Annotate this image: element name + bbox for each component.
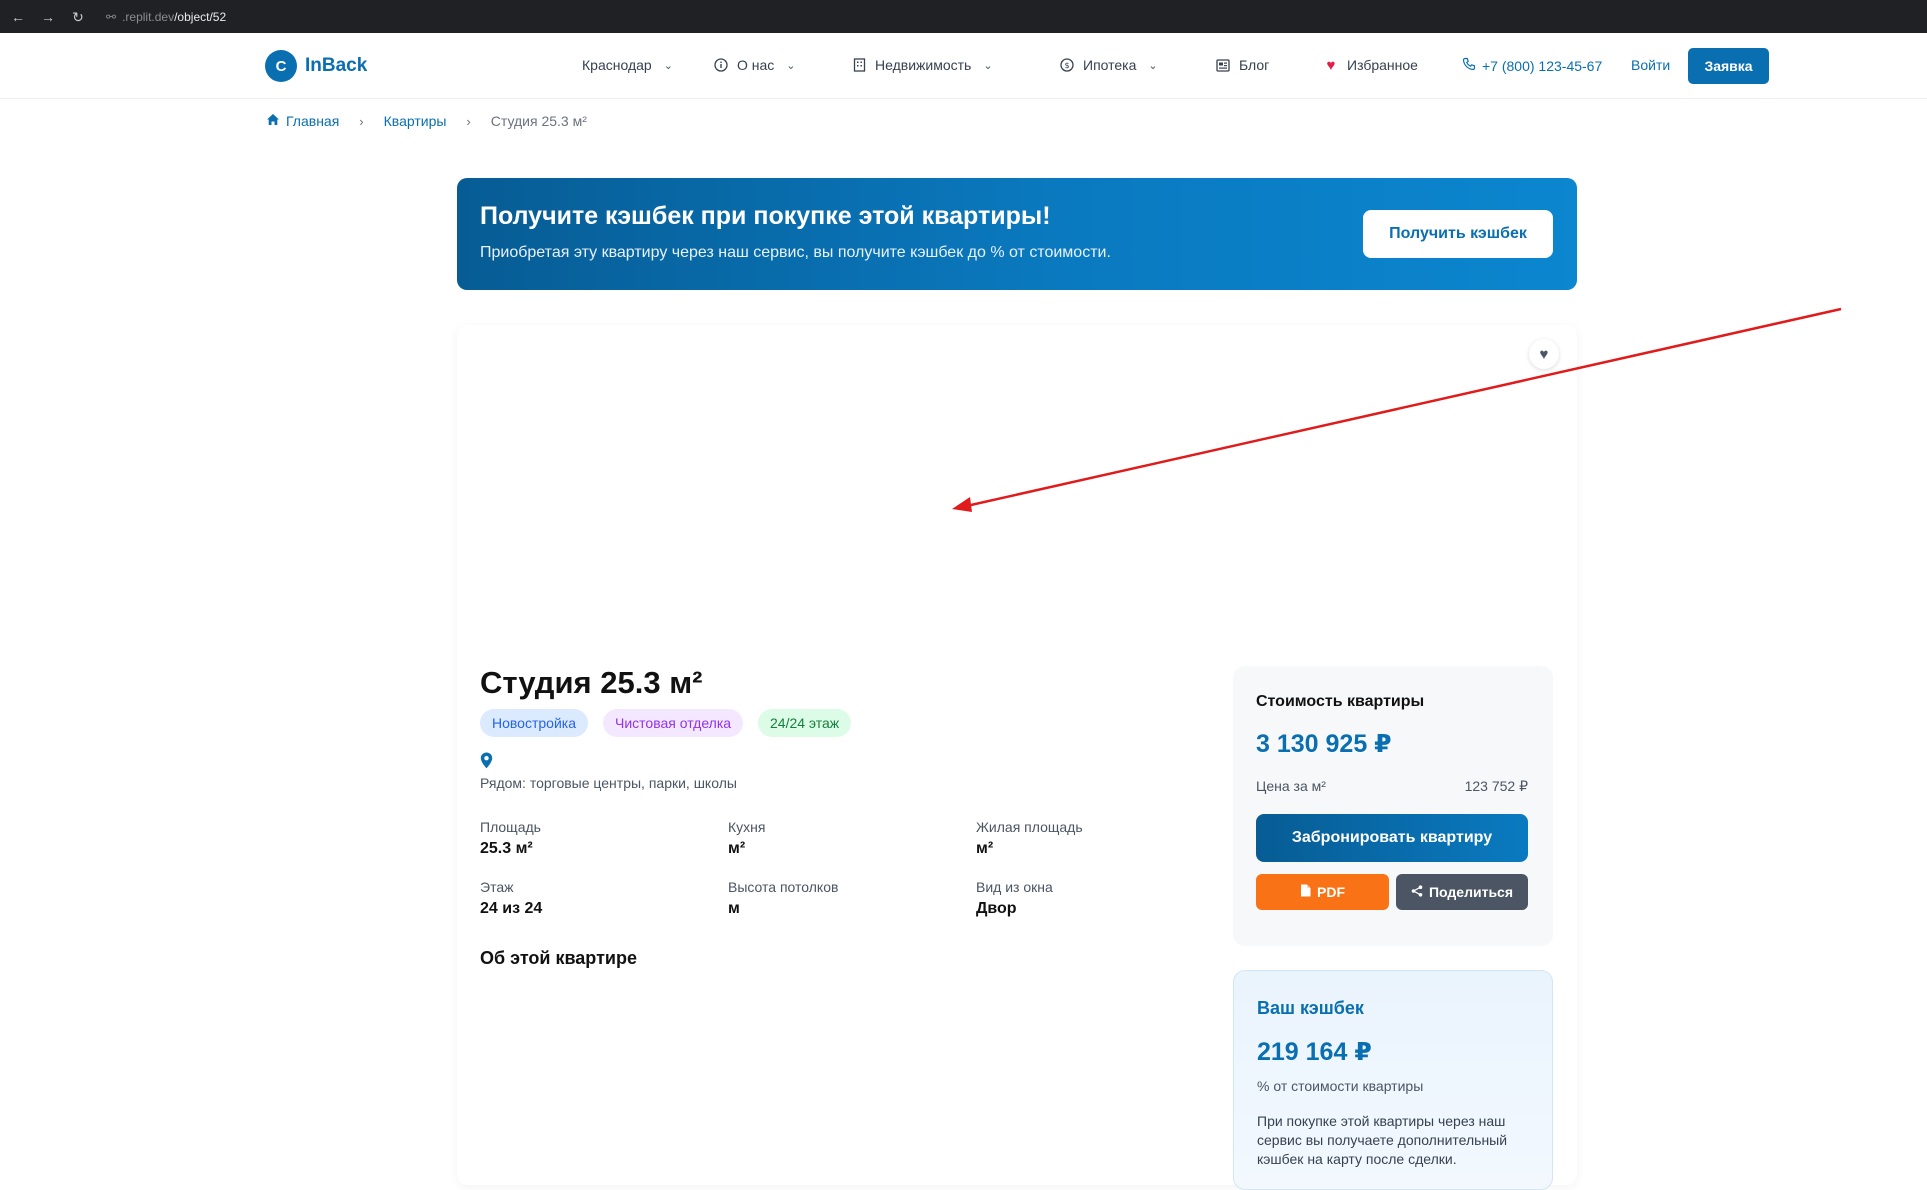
- tag-finishing: Чистовая отделка: [603, 709, 744, 737]
- nav-about[interactable]: О нас ⌄: [713, 57, 796, 73]
- chevron-down-icon: ⌄: [1148, 59, 1158, 72]
- chevron-right-icon: ›: [466, 113, 471, 129]
- chevron-right-icon: ›: [359, 113, 364, 129]
- nav-blog[interactable]: Блог: [1215, 57, 1269, 73]
- apartment-title: Студия 25.3 м²: [480, 665, 703, 700]
- svg-text:$: $: [1064, 61, 1069, 70]
- nav-favorites-label: Избранное: [1347, 57, 1418, 73]
- phone-icon: [1462, 57, 1476, 74]
- forward-arrow-icon[interactable]: →: [40, 9, 56, 25]
- spec-value: м: [728, 900, 740, 917]
- heart-icon: ♥: [1539, 345, 1549, 363]
- building-icon: [851, 57, 867, 73]
- location-pin-icon: [480, 752, 493, 774]
- spec-label: Площадь: [480, 819, 541, 835]
- spec-label: Жилая площадь: [976, 819, 1083, 835]
- price-panel: Стоимость квартиры 3 130 925 ₽ Цена за м…: [1233, 666, 1553, 946]
- breadcrumb-home[interactable]: Главная: [266, 113, 339, 129]
- spec-value: 25.3 м²: [480, 840, 533, 857]
- url-path: /object/52: [174, 9, 227, 24]
- breadcrumb-apartments[interactable]: Квартиры: [384, 113, 447, 129]
- price-total: 3 130 925 ₽: [1256, 730, 1392, 758]
- file-pdf-icon: [1300, 884, 1311, 900]
- spec-value: 24 из 24: [480, 900, 543, 917]
- logo-mark: C: [265, 50, 297, 82]
- spec-label: Кухня: [728, 819, 766, 835]
- pdf-button-label: PDF: [1317, 884, 1345, 900]
- breadcrumb: Главная › Квартиры › Студия 25.3 м²: [266, 113, 587, 129]
- logo-text: InBack: [305, 55, 368, 76]
- spec-area: Площадь 25.3 м²: [480, 819, 541, 858]
- site-header: C InBack Краснодар ⌄ О нас ⌄ Недвижимост…: [0, 33, 1927, 99]
- nav-blog-label: Блог: [1239, 57, 1270, 73]
- price-per-m2-value: 123 752 ₽: [1464, 778, 1528, 794]
- dollar-circle-icon: $: [1059, 57, 1075, 73]
- login-link[interactable]: Войти: [1631, 57, 1670, 73]
- home-icon: [266, 113, 280, 129]
- chevron-down-icon: ⌄: [786, 59, 796, 72]
- back-arrow-icon[interactable]: ←: [10, 9, 26, 25]
- spec-label: Высота потолков: [728, 879, 839, 895]
- info-circle-icon: [713, 57, 729, 73]
- nav-favorites[interactable]: ♥ Избранное: [1323, 56, 1418, 74]
- nav-city[interactable]: Краснодар ⌄: [582, 57, 673, 73]
- spec-label: Этаж: [480, 879, 514, 895]
- phone-link[interactable]: +7 (800) 123-45-67: [1462, 57, 1602, 74]
- url-host: .replit.dev: [122, 9, 175, 24]
- spec-ceiling: Высота потолков м: [728, 879, 838, 918]
- get-cashback-button[interactable]: Получить кэшбек: [1363, 210, 1553, 258]
- share-icon: [1411, 884, 1423, 900]
- price-title: Стоимость квартиры: [1256, 693, 1425, 710]
- cashback-panel: Ваш кэшбек 219 164 ₽ % от стоимости квар…: [1233, 970, 1553, 1190]
- nav-realty[interactable]: Недвижимость ⌄: [851, 57, 993, 73]
- cashback-description: При покупке этой квартиры через наш серв…: [1257, 1113, 1508, 1167]
- breadcrumb-current: Студия 25.3 м²: [490, 113, 587, 129]
- breadcrumb-home-label: Главная: [286, 113, 340, 129]
- spec-value: м²: [976, 840, 994, 857]
- nav-mortgage-label: Ипотека: [1083, 57, 1137, 73]
- address-bar[interactable]: ⚯ .replit.dev/object/52: [106, 10, 226, 24]
- spec-window-view: Вид из окна Двор: [976, 879, 1053, 918]
- spec-living-area: Жилая площадь м²: [976, 819, 1083, 858]
- banner-title: Получите кэшбек при покупке этой квартир…: [480, 202, 1051, 230]
- cashback-banner: Получите кэшбек при покупке этой квартир…: [457, 178, 1577, 290]
- reload-icon[interactable]: ↻: [70, 9, 86, 25]
- newspaper-icon: [1215, 57, 1231, 73]
- spec-kitchen: Кухня м²: [728, 819, 765, 858]
- heart-icon: ♥: [1326, 56, 1336, 74]
- nav-about-label: О нас: [737, 57, 775, 73]
- nav-realty-label: Недвижимость: [875, 57, 972, 73]
- chevron-down-icon: ⌄: [983, 59, 993, 72]
- spec-floor: Этаж 24 из 24: [480, 879, 542, 918]
- browser-toolbar: ← → ↻ ⚯ .replit.dev/object/52: [0, 0, 1927, 33]
- cashback-note: % от стоимости квартиры: [1257, 1078, 1424, 1094]
- spec-label: Вид из окна: [976, 879, 1053, 895]
- share-button[interactable]: Поделиться: [1396, 874, 1528, 910]
- chevron-down-icon: ⌄: [663, 59, 673, 72]
- share-button-label: Поделиться: [1428, 884, 1514, 900]
- phone-number: +7 (800) 123-45-67: [1482, 57, 1603, 74]
- nav-city-label: Краснодар: [582, 57, 652, 73]
- apply-button[interactable]: Заявка: [1688, 48, 1769, 84]
- about-heading: Об этой квартире: [480, 948, 637, 968]
- spec-value: м²: [728, 840, 746, 857]
- cashback-title: Ваш кэшбек: [1257, 998, 1364, 1018]
- tag-floor: 24/24 этаж: [758, 709, 852, 737]
- link-icon: ⚯: [106, 9, 117, 24]
- nav-mortgage[interactable]: $ Ипотека ⌄: [1059, 57, 1158, 73]
- pdf-button[interactable]: PDF: [1256, 874, 1389, 910]
- logo[interactable]: C InBack: [265, 50, 367, 82]
- favorite-button[interactable]: ♥: [1529, 339, 1559, 369]
- banner-subtitle: Приобретая эту квартиру через наш сервис…: [480, 244, 1111, 261]
- tag-new-building: Новостройка: [480, 709, 588, 737]
- price-per-m2-label: Цена за м²: [1256, 778, 1326, 794]
- book-apartment-button[interactable]: Забронировать квартиру: [1256, 814, 1528, 862]
- spec-value: Двор: [976, 900, 1017, 917]
- nearby-text: Рядом: торговые центры, парки, школы: [480, 775, 737, 791]
- cashback-amount: 219 164 ₽: [1257, 1038, 1372, 1066]
